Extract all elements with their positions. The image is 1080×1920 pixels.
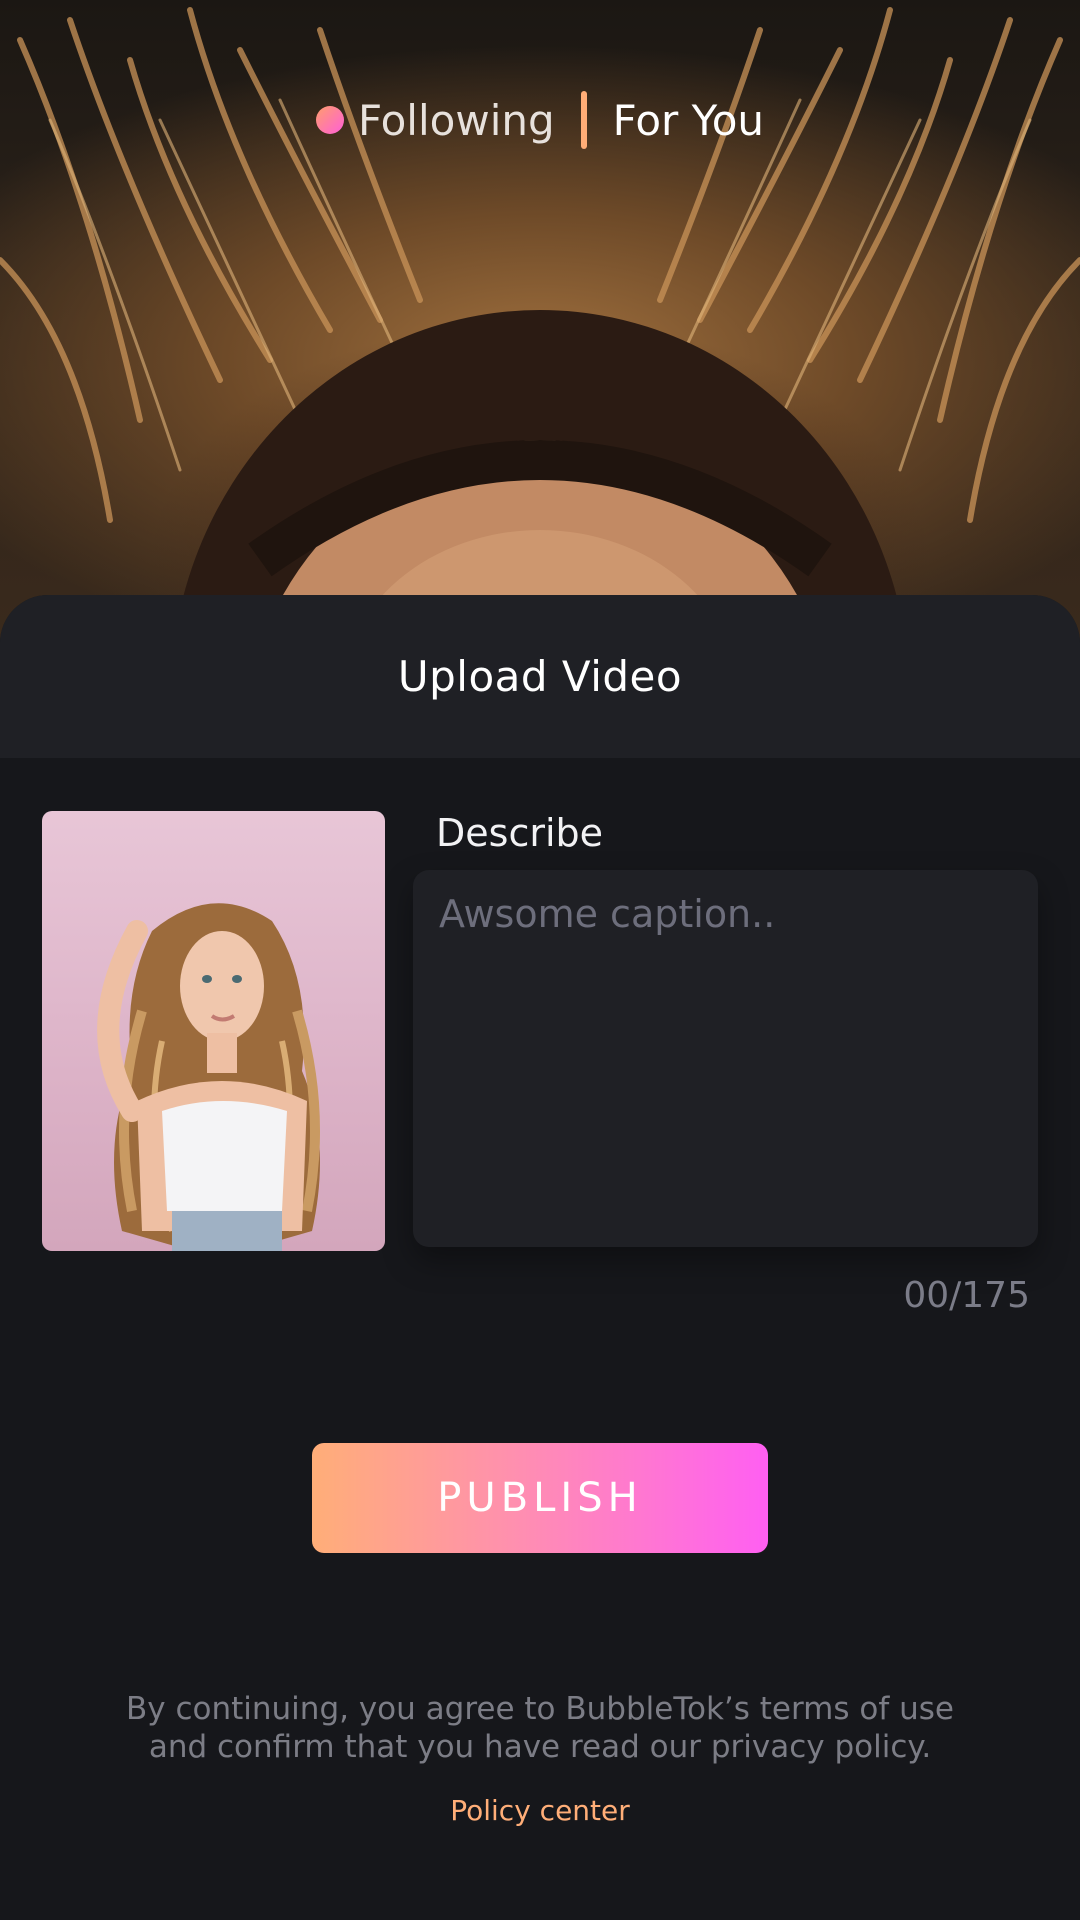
sheet-title: Upload Video [397, 652, 683, 701]
tab-following-label: Following [357, 95, 555, 145]
terms-line-2: and confirm that you have read our priva… [148, 1729, 932, 1765]
caption-char-count: 00/175 [903, 1275, 1030, 1316]
upload-form-row: Describe [42, 811, 1038, 1251]
terms-notice: By continuing, you agree to BubbleTok’s … [90, 1690, 990, 1766]
caption-input[interactable] [413, 870, 1038, 1247]
tab-divider [580, 91, 587, 149]
feed-tabs: Following For You [0, 88, 1080, 152]
publish-button[interactable]: PUBLISH [312, 1443, 768, 1553]
terms-line-1: By continuing, you agree to BubbleTok’s … [126, 1691, 954, 1727]
video-thumbnail[interactable] [42, 811, 385, 1251]
tab-following[interactable]: Following [315, 95, 555, 145]
describe-label: Describe [436, 811, 604, 855]
upload-screen: Following For You Upload Video Describe … [0, 0, 1080, 1920]
sheet-header: Upload Video [0, 595, 1080, 758]
tab-for-you-label: For You [612, 95, 765, 145]
live-dot-icon [315, 106, 344, 134]
tab-for-you[interactable]: For You [613, 96, 764, 145]
upload-sheet: Upload Video Describe Awsome caption.. 0… [0, 595, 1080, 1920]
thumbnail-image [97, 903, 320, 1251]
policy-center-link[interactable]: Policy center [0, 1794, 1080, 1827]
